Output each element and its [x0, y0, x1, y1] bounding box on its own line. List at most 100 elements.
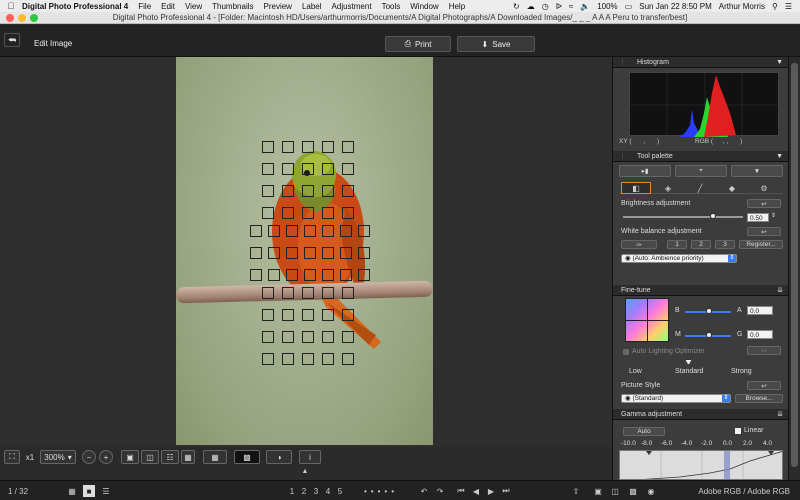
color-wheel[interactable] [625, 298, 670, 343]
rating-2[interactable]: 2 [298, 485, 310, 497]
collapse-icon[interactable]: ▼ [776, 57, 783, 68]
collapse-icon[interactable]: ▼ [776, 151, 783, 162]
brightness-reset-button[interactable]: ↩ [747, 199, 781, 208]
tab-color[interactable]: ◆ [717, 182, 747, 194]
grid-view-button[interactable]: ▦ [181, 450, 195, 464]
picture-style-reset-button[interactable]: ↩ [747, 381, 781, 390]
menu-thumbnails[interactable]: Thumbnails [212, 2, 253, 11]
single-view-icon[interactable]: ■ [83, 485, 95, 497]
fine-tune-header[interactable]: Fine-tune ⇊ [613, 285, 788, 296]
cloud-icon[interactable]: ☁ [527, 2, 535, 11]
expand-handle[interactable]: ▲ [297, 468, 313, 478]
rotate-left-icon[interactable]: ↶ [418, 485, 430, 497]
filmstrip-icon[interactable]: ☰ [100, 485, 112, 497]
image-canvas[interactable] [0, 57, 612, 447]
collapse-icon[interactable]: ⇊ [777, 285, 783, 296]
export-icon[interactable]: ⇧ [570, 485, 582, 497]
info-button[interactable]: i [299, 450, 321, 464]
zoom-x1-button[interactable]: x1 [23, 450, 37, 464]
wifi-icon[interactable]: ≈ [569, 2, 573, 11]
panel-layout-1-icon[interactable]: ▣ [592, 485, 604, 497]
amber-value-field[interactable]: 0.0 [747, 306, 773, 315]
previous-image-icon[interactable]: ◀ [470, 485, 482, 497]
menu-edit[interactable]: Edit [161, 2, 175, 11]
hummingbird-photo[interactable] [176, 57, 433, 445]
tab-settings[interactable]: ⚙ [749, 182, 779, 194]
camera-icon[interactable]: ◉ [645, 485, 657, 497]
label-dots-icon[interactable]: ••••• [354, 485, 408, 497]
wb-preset-3-button[interactable]: 3 [715, 240, 735, 249]
app-menu[interactable]: Digital Photo Professional 4 [22, 2, 128, 11]
linear-checkbox[interactable] [735, 428, 741, 434]
collapse-icon[interactable]: ⇊ [777, 409, 783, 420]
wb-reset-button[interactable]: ↩ [747, 227, 781, 236]
zoom-select[interactable]: 300% ▾ [40, 450, 76, 464]
magenta-green-slider-thumb[interactable] [706, 332, 712, 338]
blue-amber-slider-thumb[interactable] [706, 308, 712, 314]
zoom-out-button[interactable]: − [82, 450, 96, 464]
browse-button[interactable]: Browse... [735, 394, 783, 403]
tab-tone[interactable]: ◈ [653, 182, 683, 194]
zoom-window-button[interactable] [30, 14, 38, 22]
sync-icon[interactable]: ↻ [513, 2, 520, 11]
user-name[interactable]: Arthur Morris [719, 2, 765, 11]
alo-checkbox[interactable] [623, 349, 629, 355]
menu-preview[interactable]: Preview [264, 2, 292, 11]
brightness-slider-thumb[interactable] [710, 213, 716, 219]
wb-register-button[interactable]: Register... [739, 240, 783, 249]
rating-5[interactable]: 5 [334, 485, 346, 497]
menu-label[interactable]: Label [302, 2, 322, 11]
menu-tools[interactable]: Tools [382, 2, 401, 11]
menu-window[interactable]: Window [410, 2, 438, 11]
histogram-header[interactable]: ⋮ Histogram ▼ [613, 57, 788, 68]
highlight-warning-button[interactable]: ◑ [266, 450, 292, 464]
save-button[interactable]: ⬇ Save [457, 36, 535, 52]
back-button[interactable]: ⮪ [4, 33, 20, 47]
thumbnail-grid-icon[interactable]: ▦ [66, 485, 78, 497]
battery-icon[interactable]: ▭ [625, 2, 633, 11]
apple-menu-icon[interactable]:  [0, 1, 22, 11]
notification-icon[interactable]: ☰ [785, 2, 792, 11]
clock[interactable]: Sun Jan 22 8:50 PM [639, 2, 712, 11]
print-button[interactable]: ⎙ Print [385, 36, 451, 52]
next-image-icon[interactable]: ▶ [485, 485, 497, 497]
volume-icon[interactable]: 🔈 [580, 2, 590, 11]
gamma-curve-chart[interactable] [619, 450, 783, 480]
tool-adjust-button[interactable]: ▸▮ [619, 165, 671, 177]
rating-1[interactable]: 1 [286, 485, 298, 497]
grid-overlay-button[interactable]: ▦ [203, 450, 227, 464]
panel-scrollbar[interactable] [788, 57, 800, 480]
menu-help[interactable]: Help [449, 2, 465, 11]
green-value-field[interactable]: 0.0 [747, 330, 773, 339]
zoom-in-button[interactable]: + [99, 450, 113, 464]
fit-screen-button[interactable]: ⛶ [4, 450, 20, 464]
rotate-right-icon[interactable]: ↷ [434, 485, 446, 497]
menu-adjustment[interactable]: Adjustment [332, 2, 372, 11]
brightness-slider-track[interactable] [623, 216, 743, 218]
close-window-button[interactable] [6, 14, 14, 22]
menu-file[interactable]: File [138, 2, 151, 11]
stepper-icon[interactable]: ⇕ [771, 212, 776, 219]
tab-basic[interactable]: ◧ [621, 182, 651, 194]
compare-view-button[interactable]: ◫ [141, 450, 159, 464]
crop-view-button[interactable]: ▣ [121, 450, 139, 464]
panel-layout-3-icon[interactable]: ▩ [627, 485, 639, 497]
first-image-icon[interactable]: ⏮ [455, 485, 467, 497]
tool-palette-header[interactable]: ⋮ Tool palette ▼ [613, 151, 788, 162]
bluetooth-icon[interactable]: ᐉ [556, 2, 562, 11]
battery-percent[interactable]: 100% [597, 2, 617, 11]
wb-eyedropper-button[interactable]: ✑ [621, 240, 657, 249]
panel-layout-2-icon[interactable]: ◫ [609, 485, 621, 497]
wb-mode-select[interactable]: ◉ (Auto: Ambience priority) ⇕ [621, 254, 737, 263]
tool-stamp-button[interactable]: ▼ [731, 165, 783, 177]
alo-reset-button[interactable]: ↩ [747, 346, 781, 355]
wb-preset-2-button[interactable]: 2 [691, 240, 711, 249]
rating-4[interactable]: 4 [322, 485, 334, 497]
search-icon[interactable]: ⚲ [772, 2, 778, 11]
picture-style-select[interactable]: ◉ (Standard) ⇕ [621, 394, 731, 403]
rating-3[interactable]: 3 [310, 485, 322, 497]
split-view-button[interactable]: ☷ [161, 450, 179, 464]
tool-crop-button[interactable]: ⌖ [675, 165, 727, 177]
minimize-window-button[interactable] [18, 14, 26, 22]
time-machine-icon[interactable]: ◷ [542, 2, 549, 11]
